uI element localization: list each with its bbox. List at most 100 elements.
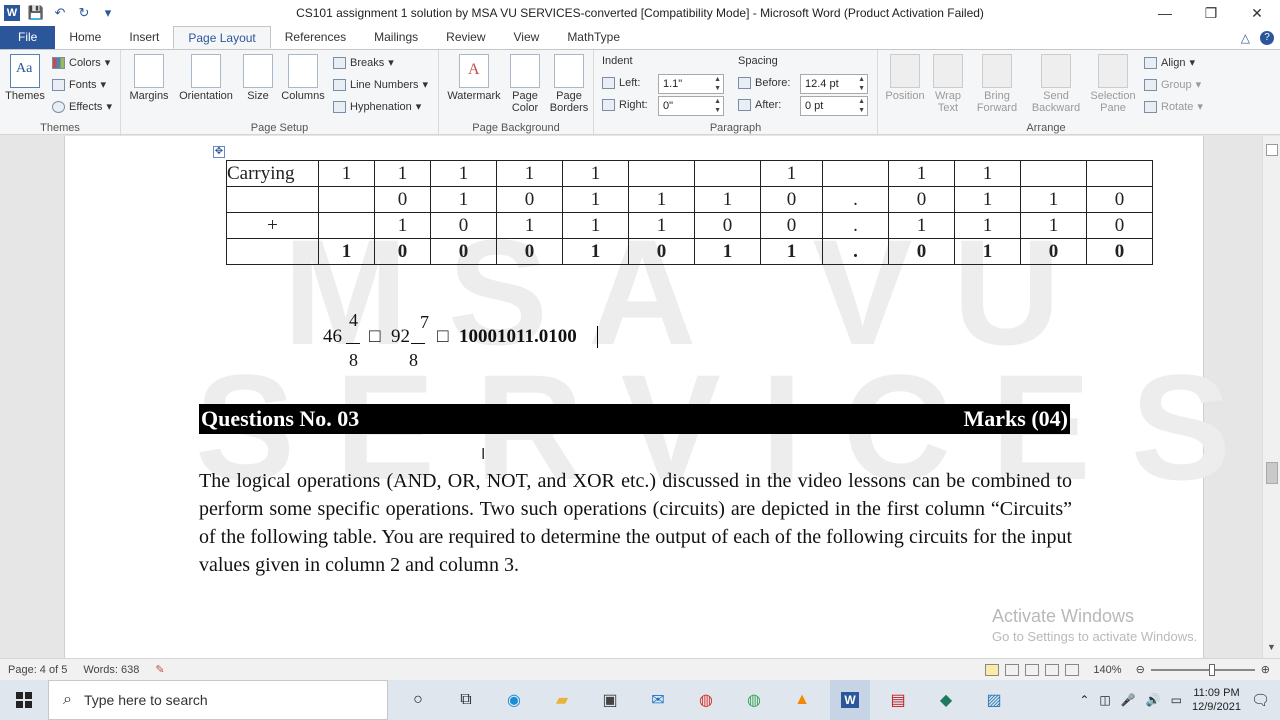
table-cell[interactable]: 1 [374,212,431,239]
proofing-icon[interactable]: ✎ [147,663,172,676]
redo-icon[interactable]: ↻ [76,5,92,21]
outline-icon[interactable] [1045,663,1060,676]
effects-button[interactable]: Effects ▾ [52,100,112,113]
tab-mathtype[interactable]: MathType [553,26,634,49]
table-cell[interactable] [822,160,889,187]
table-cell[interactable]: 1 [628,186,695,213]
zoom-slider[interactable] [1150,663,1255,676]
table-cell[interactable]: 1 [760,238,823,265]
save-icon[interactable]: 💾 [28,5,44,21]
page-count[interactable]: Page: 4 of 5 [0,664,75,676]
table-cell[interactable]: 0 [496,238,563,265]
spacing-before-input[interactable]: 12.4 pt ▲ ▼ [800,74,868,94]
table-move-handle-icon[interactable]: ✥ [213,146,225,158]
table-cell[interactable] [1086,160,1153,187]
zoom-in-icon[interactable]: ⊕ [1261,663,1270,676]
customize-toolbar-icon[interactable]: ▾ [100,5,116,21]
tab-insert[interactable]: Insert [115,26,173,49]
document-page[interactable]: MSA VU SERVICES ✥ Carrying11111111010111… [64,136,1231,658]
rotate-button[interactable]: Rotate ▾ [1144,100,1203,113]
scrollbar-thumb[interactable] [1266,462,1278,484]
clock[interactable]: 11:09 PM 12/9/2021 [1192,686,1241,714]
mail-icon[interactable]: ✉ [638,680,678,720]
file-explorer-icon[interactable]: ▰ [542,680,582,720]
vlc-icon[interactable]: ▲ [782,680,822,720]
full-screen-reading-icon[interactable] [1005,663,1020,676]
table-cell[interactable]: 0 [1086,186,1153,213]
table-cell[interactable]: 1 [1020,186,1087,213]
meet-now-icon[interactable]: ◫ [1099,693,1110,707]
tab-page-layout[interactable]: Page Layout [173,26,271,49]
indent-left-input[interactable]: 1.1" ▲ ▼ [658,74,724,94]
ruler-toggle-icon[interactable] [1266,144,1278,156]
restore-button[interactable]: ❐ [1188,0,1234,26]
zoom-slider-thumb[interactable] [1208,663,1215,676]
wrap-text-button[interactable]: Wrap Text [930,54,966,114]
table-cell[interactable]: Carrying [226,160,319,187]
table-cell[interactable]: 0 [888,238,955,265]
tab-review[interactable]: Review [432,26,499,49]
table-cell[interactable]: 1 [496,212,563,239]
line-numbers-button[interactable]: Line Numbers ▾ [333,78,428,91]
notifications-icon[interactable]: 🗨 [1251,691,1270,709]
table-cell[interactable] [226,186,319,213]
table-cell[interactable]: 1 [954,238,1021,265]
table-cell[interactable]: 1 [888,160,955,187]
table-cell[interactable] [318,212,375,239]
table-cell[interactable]: 0 [496,186,563,213]
fonts-button[interactable]: Fonts ▾ [52,78,106,91]
selection-pane-button[interactable]: Selection Pane [1086,54,1140,114]
table-cell[interactable]: 1 [562,160,629,187]
table-cell[interactable]: 1 [318,238,375,265]
table-cell[interactable]: 1 [888,212,955,239]
table-cell[interactable] [226,238,319,265]
table-cell[interactable]: 1 [318,160,375,187]
web-layout-icon[interactable] [1025,663,1040,676]
bring-forward-button[interactable]: Bring Forward [970,54,1024,114]
table-cell[interactable]: . [822,212,889,239]
table-cell[interactable]: 1 [496,160,563,187]
table-cell[interactable]: 1 [430,186,497,213]
align-button[interactable]: Align ▾ [1144,56,1195,69]
table-cell[interactable]: . [822,186,889,213]
tab-file[interactable]: File [0,26,56,49]
page-color-button[interactable]: Page Color [505,54,545,114]
word-logo-icon[interactable]: W [4,5,20,21]
taskbar-search-box[interactable]: ⌕ Type here to search [48,680,388,720]
table-cell[interactable]: 0 [1086,238,1153,265]
minimize-ribbon-icon[interactable]: △ [1241,31,1250,45]
app-icon[interactable]: ◆ [926,680,966,720]
tab-mailings[interactable]: Mailings [360,26,432,49]
question-paragraph[interactable]: The logical operations (AND, OR, NOT, an… [199,467,1072,579]
send-backward-button[interactable]: Send Backward [1028,54,1084,114]
colors-button[interactable]: Colors ▾ [52,56,110,69]
table-cell[interactable]: 0 [1020,238,1087,265]
photos-icon[interactable]: ▨ [974,680,1014,720]
table-cell[interactable]: 0 [694,212,761,239]
page-borders-button[interactable]: Page Borders [547,54,591,114]
word-taskbar-icon[interactable]: W [830,680,870,720]
zoom-level[interactable]: 140% [1085,664,1129,676]
table-cell[interactable]: 1 [374,160,431,187]
table-cell[interactable]: 1 [954,212,1021,239]
minimize-button[interactable]: — [1142,0,1188,26]
table-cell[interactable]: 1 [628,212,695,239]
table-cell[interactable]: 0 [1086,212,1153,239]
undo-icon[interactable]: ↶ [52,5,68,21]
table-cell[interactable]: 1 [562,212,629,239]
watermark-button[interactable]: A Watermark [445,54,503,102]
tray-overflow-icon[interactable]: ⌃ [1079,693,1089,707]
table-cell[interactable] [628,160,695,187]
size-button[interactable]: Size [241,54,275,102]
tab-references[interactable]: References [271,26,360,49]
columns-button[interactable]: Columns [279,54,327,102]
table-cell[interactable]: 1 [1020,212,1087,239]
table-cell[interactable]: 1 [760,160,823,187]
table-cell[interactable]: 1 [562,238,629,265]
themes-button[interactable]: Aa Themes [4,54,46,102]
table-cell[interactable]: . [822,238,889,265]
start-button[interactable] [0,680,48,720]
draft-icon[interactable] [1065,663,1080,676]
table-cell[interactable]: 1 [562,186,629,213]
close-button[interactable]: ✕ [1234,0,1280,26]
